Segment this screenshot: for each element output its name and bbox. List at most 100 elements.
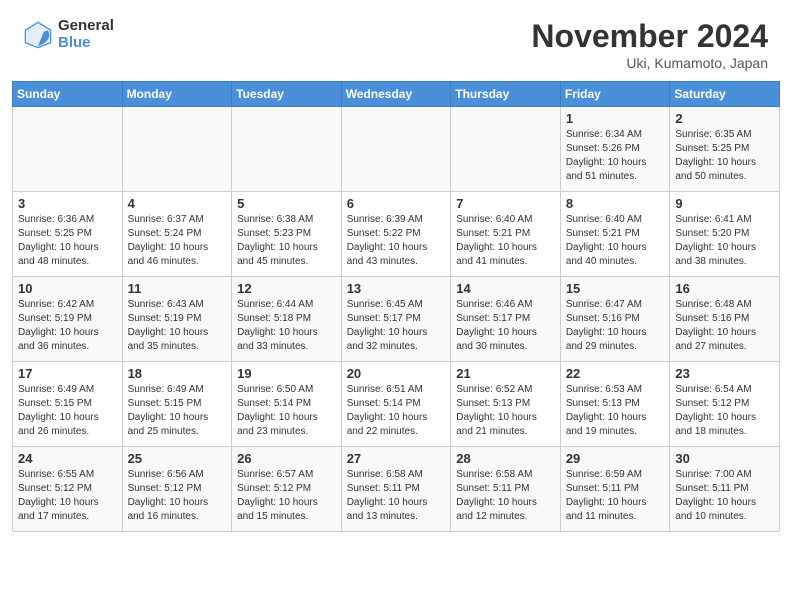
calendar-cell bbox=[232, 107, 342, 192]
calendar-table: SundayMondayTuesdayWednesdayThursdayFrid… bbox=[12, 81, 780, 532]
day-info: Sunrise: 6:44 AM Sunset: 5:18 PM Dayligh… bbox=[237, 298, 336, 354]
calendar-cell: 11Sunrise: 6:43 AM Sunset: 5:19 PM Dayli… bbox=[122, 277, 232, 362]
day-number: 18 bbox=[128, 366, 227, 381]
day-number: 4 bbox=[128, 196, 227, 211]
day-number: 19 bbox=[237, 366, 336, 381]
calendar-cell: 20 Sunrise: 6:51 AM Sunset: 5:14 PM Dayli… bbox=[341, 362, 451, 447]
weekday-header-friday: Friday bbox=[560, 82, 670, 107]
calendar-cell bbox=[13, 107, 123, 192]
calendar-cell: 4 Sunrise: 6:37 AM Sunset: 5:24 PM Daylig… bbox=[122, 192, 232, 277]
day-info: Sunrise: 6:57 AM Sunset: 5:12 PM Dayligh… bbox=[237, 468, 336, 524]
calendar-week-4: 17 Sunrise: 6:49 AM Sunset: 5:15 PM Dayli… bbox=[13, 362, 780, 447]
calendar-body: 1 Sunrise: 6:34 AM Sunset: 5:26 PM Daylig… bbox=[13, 107, 780, 532]
calendar-cell: 18 Sunrise: 6:49 AM Sunset: 5:15 PM Dayli… bbox=[122, 362, 232, 447]
month-title: November 2024 bbox=[531, 18, 768, 55]
day-info: Sunrise: 6:42 AM Sunset: 5:19 PM Dayligh… bbox=[18, 298, 117, 354]
day-info: Sunrise: 6:41 AM Sunset: 5:20 PM Dayligh… bbox=[675, 213, 774, 269]
day-info: Sunrise: 6:49 AM Sunset: 5:15 PM Dayligh… bbox=[128, 383, 227, 439]
day-number: 20 bbox=[347, 366, 446, 381]
day-number: 25 bbox=[128, 451, 227, 466]
day-info: Sunrise: 6:34 AM Sunset: 5:26 PM Dayligh… bbox=[566, 128, 665, 184]
logo-text: General Blue bbox=[58, 18, 114, 51]
day-info: Sunrise: 6:56 AM Sunset: 5:12 PM Dayligh… bbox=[128, 468, 227, 524]
location-title: Uki, Kumamoto, Japan bbox=[531, 55, 768, 71]
day-number: 23 bbox=[675, 366, 774, 381]
day-number: 27 bbox=[347, 451, 446, 466]
day-info: Sunrise: 6:38 AM Sunset: 5:23 PM Dayligh… bbox=[237, 213, 336, 269]
day-info: Sunrise: 6:47 AM Sunset: 5:16 PM Dayligh… bbox=[566, 298, 665, 354]
calendar-week-5: 24 Sunrise: 6:55 AM Sunset: 5:12 PM Dayli… bbox=[13, 447, 780, 532]
day-number: 6 bbox=[347, 196, 446, 211]
day-info: Sunrise: 6:37 AM Sunset: 5:24 PM Dayligh… bbox=[128, 213, 227, 269]
day-number: 8 bbox=[566, 196, 665, 211]
calendar-header: SundayMondayTuesdayWednesdayThursdayFrid… bbox=[13, 82, 780, 107]
day-info: Sunrise: 6:46 AM Sunset: 5:17 PM Dayligh… bbox=[456, 298, 555, 354]
day-number: 11 bbox=[128, 281, 227, 296]
calendar-cell: 21Sunrise: 6:52 AM Sunset: 5:13 PM Dayli… bbox=[451, 362, 561, 447]
day-info: Sunrise: 6:40 AM Sunset: 5:21 PM Dayligh… bbox=[566, 213, 665, 269]
calendar-cell: 19 Sunrise: 6:50 AM Sunset: 5:14 PM Dayli… bbox=[232, 362, 342, 447]
day-info: Sunrise: 6:45 AM Sunset: 5:17 PM Dayligh… bbox=[347, 298, 446, 354]
calendar-week-2: 3 Sunrise: 6:36 AM Sunset: 5:25 PM Daylig… bbox=[13, 192, 780, 277]
logo-area: General Blue bbox=[24, 18, 114, 51]
day-info: Sunrise: 6:39 AM Sunset: 5:22 PM Dayligh… bbox=[347, 213, 446, 269]
weekday-header-sunday: Sunday bbox=[13, 82, 123, 107]
day-number: 22 bbox=[566, 366, 665, 381]
day-number: 3 bbox=[18, 196, 117, 211]
calendar-cell: 24 Sunrise: 6:55 AM Sunset: 5:12 PM Dayli… bbox=[13, 447, 123, 532]
calendar-cell: 9 Sunrise: 6:41 AM Sunset: 5:20 PM Daylig… bbox=[670, 192, 780, 277]
calendar-week-3: 10 Sunrise: 6:42 AM Sunset: 5:19 PM Dayli… bbox=[13, 277, 780, 362]
calendar: SundayMondayTuesdayWednesdayThursdayFrid… bbox=[0, 81, 792, 612]
day-number: 15 bbox=[566, 281, 665, 296]
logo-blue-label: Blue bbox=[58, 35, 114, 52]
day-info: Sunrise: 6:36 AM Sunset: 5:25 PM Dayligh… bbox=[18, 213, 117, 269]
calendar-cell: 27Sunrise: 6:58 AM Sunset: 5:11 PM Dayli… bbox=[341, 447, 451, 532]
calendar-cell: 26Sunrise: 6:57 AM Sunset: 5:12 PM Dayli… bbox=[232, 447, 342, 532]
calendar-cell: 22 Sunrise: 6:53 AM Sunset: 5:13 PM Dayli… bbox=[560, 362, 670, 447]
calendar-cell: 14 Sunrise: 6:46 AM Sunset: 5:17 PM Dayli… bbox=[451, 277, 561, 362]
day-info: Sunrise: 6:51 AM Sunset: 5:14 PM Dayligh… bbox=[347, 383, 446, 439]
calendar-cell bbox=[341, 107, 451, 192]
title-area: November 2024 Uki, Kumamoto, Japan bbox=[531, 18, 768, 71]
calendar-cell: 10 Sunrise: 6:42 AM Sunset: 5:19 PM Dayli… bbox=[13, 277, 123, 362]
day-number: 12 bbox=[237, 281, 336, 296]
calendar-cell: 8 Sunrise: 6:40 AM Sunset: 5:21 PM Daylig… bbox=[560, 192, 670, 277]
day-number: 14 bbox=[456, 281, 555, 296]
weekday-header-tuesday: Tuesday bbox=[232, 82, 342, 107]
day-number: 9 bbox=[675, 196, 774, 211]
calendar-cell: 3 Sunrise: 6:36 AM Sunset: 5:25 PM Daylig… bbox=[13, 192, 123, 277]
day-number: 10 bbox=[18, 281, 117, 296]
calendar-cell: 28Sunrise: 6:58 AM Sunset: 5:11 PM Dayli… bbox=[451, 447, 561, 532]
day-number: 1 bbox=[566, 111, 665, 126]
day-info: Sunrise: 6:58 AM Sunset: 5:11 PM Dayligh… bbox=[456, 468, 555, 524]
calendar-cell: 29Sunrise: 6:59 AM Sunset: 5:11 PM Dayli… bbox=[560, 447, 670, 532]
day-number: 30 bbox=[675, 451, 774, 466]
day-info: Sunrise: 6:50 AM Sunset: 5:14 PM Dayligh… bbox=[237, 383, 336, 439]
day-info: Sunrise: 6:48 AM Sunset: 5:16 PM Dayligh… bbox=[675, 298, 774, 354]
logo-general-label: General bbox=[58, 18, 114, 35]
day-info: Sunrise: 6:40 AM Sunset: 5:21 PM Dayligh… bbox=[456, 213, 555, 269]
day-number: 24 bbox=[18, 451, 117, 466]
calendar-cell: 12 Sunrise: 6:44 AM Sunset: 5:18 PM Dayli… bbox=[232, 277, 342, 362]
calendar-cell: 5 Sunrise: 6:38 AM Sunset: 5:23 PM Daylig… bbox=[232, 192, 342, 277]
weekday-header-saturday: Saturday bbox=[670, 82, 780, 107]
weekday-header-row: SundayMondayTuesdayWednesdayThursdayFrid… bbox=[13, 82, 780, 107]
day-number: 16 bbox=[675, 281, 774, 296]
day-info: Sunrise: 6:53 AM Sunset: 5:13 PM Dayligh… bbox=[566, 383, 665, 439]
calendar-cell: 16 Sunrise: 6:48 AM Sunset: 5:16 PM Dayli… bbox=[670, 277, 780, 362]
day-number: 21 bbox=[456, 366, 555, 381]
generalblue-icon bbox=[24, 21, 52, 49]
day-number: 13 bbox=[347, 281, 446, 296]
calendar-cell: 23Sunrise: 6:54 AM Sunset: 5:12 PM Dayli… bbox=[670, 362, 780, 447]
day-number: 5 bbox=[237, 196, 336, 211]
page: General Blue November 2024 Uki, Kumamoto… bbox=[0, 0, 792, 612]
day-number: 2 bbox=[675, 111, 774, 126]
calendar-cell: 13 Sunrise: 6:45 AM Sunset: 5:17 PM Dayli… bbox=[341, 277, 451, 362]
calendar-week-1: 1 Sunrise: 6:34 AM Sunset: 5:26 PM Daylig… bbox=[13, 107, 780, 192]
day-info: Sunrise: 6:55 AM Sunset: 5:12 PM Dayligh… bbox=[18, 468, 117, 524]
day-number: 17 bbox=[18, 366, 117, 381]
calendar-cell: 2Sunrise: 6:35 AM Sunset: 5:25 PM Daylig… bbox=[670, 107, 780, 192]
header: General Blue November 2024 Uki, Kumamoto… bbox=[0, 0, 792, 81]
day-info: Sunrise: 6:59 AM Sunset: 5:11 PM Dayligh… bbox=[566, 468, 665, 524]
calendar-cell: 25 Sunrise: 6:56 AM Sunset: 5:12 PM Dayli… bbox=[122, 447, 232, 532]
